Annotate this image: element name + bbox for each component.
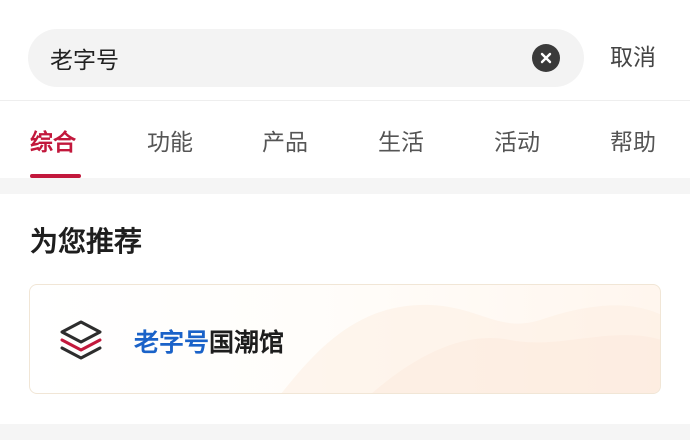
category-tabs: 综合 功能 产品 生活 活动 帮助 xyxy=(0,101,690,178)
search-field[interactable] xyxy=(28,29,584,87)
search-term-highlight: 老字号 xyxy=(134,328,210,357)
recommendation-card[interactable]: 老字号国潮馆 xyxy=(29,284,661,394)
tab-features[interactable]: 功能 xyxy=(147,123,193,157)
search-input[interactable] xyxy=(50,29,520,87)
layers-icon xyxy=(60,320,102,360)
section-separator xyxy=(0,178,690,194)
cancel-button[interactable]: 取消 xyxy=(610,29,656,87)
tab-life[interactable]: 生活 xyxy=(378,123,424,157)
bottom-separator xyxy=(0,424,690,440)
close-icon xyxy=(540,52,552,64)
recommendation-title-rest: 国潮馆 xyxy=(209,328,285,357)
tab-activities[interactable]: 活动 xyxy=(494,123,540,157)
recommendation-title: 老字号国潮馆 xyxy=(134,323,284,359)
card-background-decoration xyxy=(281,304,660,393)
section-title: 为您推荐 xyxy=(30,225,143,258)
tab-products[interactable]: 产品 xyxy=(262,123,308,157)
search-bar: 取消 xyxy=(0,0,690,100)
tab-comprehensive[interactable]: 综合 xyxy=(30,123,76,157)
tab-help[interactable]: 帮助 xyxy=(610,123,656,157)
clear-search-button[interactable] xyxy=(532,44,560,72)
